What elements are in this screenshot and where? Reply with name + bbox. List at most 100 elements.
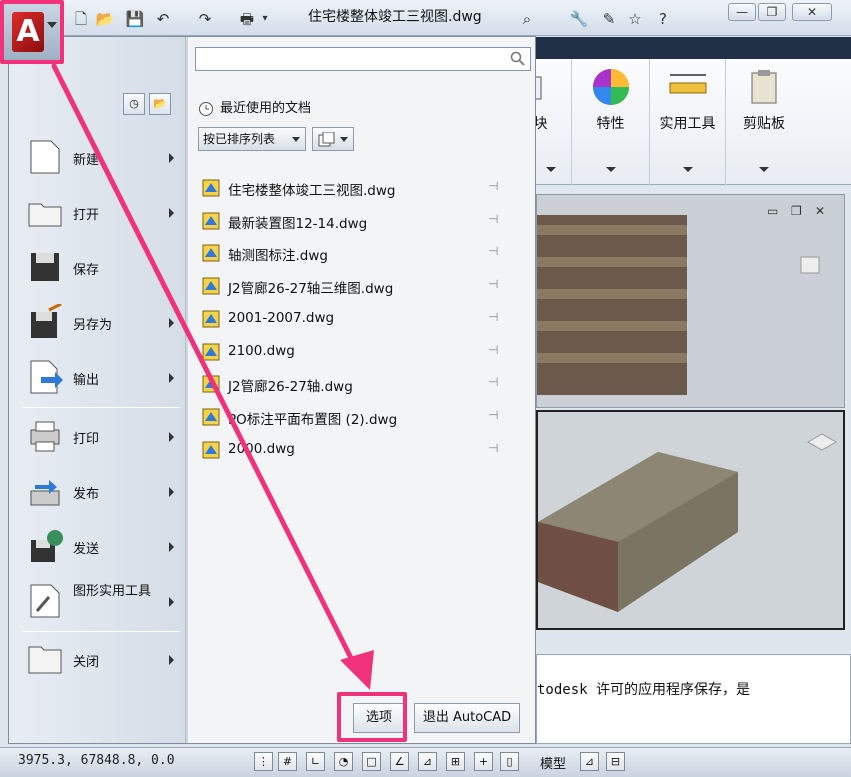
chevron-down-icon	[682, 167, 693, 172]
restore-button[interactable]: ❐	[758, 3, 786, 21]
ribbon-group-label: 实用工具	[659, 116, 716, 132]
qa-customize-chevron-down-icon[interactable]: ▾	[258, 8, 272, 28]
recent-file-item[interactable]: 住宅楼整体竣工三视图.dwg ⊣	[202, 175, 522, 201]
pin-icon[interactable]: ⊣	[488, 244, 498, 258]
save-as-icon	[31, 304, 62, 338]
menu-item-drawing-utilities[interactable]: 图形实用工具	[21, 579, 179, 629]
snap-icon[interactable]: ⋮	[254, 752, 273, 771]
polar-icon[interactable]: ◔	[334, 752, 353, 771]
model-tab[interactable]: 模型	[540, 753, 566, 772]
menu-item-label: 打开	[73, 208, 100, 223]
subscription-icon[interactable]: ✎	[598, 8, 620, 28]
minimize-button[interactable]: —	[728, 3, 756, 21]
binoculars-icon[interactable]: ⌕	[516, 8, 538, 28]
menu-separator	[23, 407, 179, 408]
recent-file-item[interactable]: 最新装置图12-14.dwg ⊣	[202, 208, 522, 234]
menu-item-label: 关闭	[73, 655, 100, 670]
chevron-right-icon	[169, 373, 174, 383]
menu-item-export[interactable]: 输出	[21, 355, 179, 405]
pin-icon[interactable]: ⊣	[488, 277, 498, 291]
building-elevation-drawing: ▭ ❐ ✕	[537, 204, 825, 395]
menu-item-label: 打印	[73, 432, 100, 447]
document-title: 住宅楼整体竣工三视图.dwg	[308, 9, 482, 25]
menu-item-publish[interactable]: 发布	[21, 469, 179, 519]
close-window-button[interactable]: ✕	[792, 3, 832, 21]
ducs-icon[interactable]: ⊿	[418, 752, 437, 771]
dyn-icon[interactable]: ⊞	[446, 752, 465, 771]
pin-icon[interactable]: ⊣	[488, 441, 498, 455]
dwg-file-icon	[202, 408, 220, 426]
open-folder-icon[interactable]: 📂	[94, 8, 116, 28]
recent-file-item[interactable]: 轴测图标注.dwg ⊣	[202, 240, 522, 266]
help-icon[interactable]: ?	[652, 8, 674, 28]
menu-item-save-as[interactable]: 另存为	[21, 300, 179, 350]
menu-item-send[interactable]: 发送	[21, 524, 179, 574]
ribbon-group-block[interactable]: 块	[520, 59, 572, 185]
menu-item-close[interactable]: 关闭	[21, 637, 179, 687]
menu-item-label: 发送	[73, 542, 100, 557]
viewport-front-elevation[interactable]: ▭ ❐ ✕	[536, 194, 845, 408]
view-icons-icon	[318, 132, 335, 147]
pin-icon[interactable]: ⊣	[488, 212, 498, 226]
grid-icon[interactable]: #	[278, 752, 297, 771]
search-input[interactable]	[200, 50, 500, 68]
printer-icon	[30, 421, 60, 452]
search-box[interactable]	[195, 47, 531, 71]
layout-icon[interactable]: ⊿	[580, 752, 599, 771]
command-line[interactable]: todesk 许可的应用程序保存，是	[536, 654, 851, 744]
pin-icon[interactable]: ⊣	[488, 408, 498, 422]
viewport-min-icon[interactable]: ▭	[767, 204, 778, 218]
qp-icon[interactable]: ▯	[500, 752, 519, 771]
ribbon-group-utilities[interactable]: 实用工具	[650, 59, 726, 185]
menu-item-label: 新建	[73, 153, 100, 168]
search-icon[interactable]	[510, 51, 526, 67]
menu-item-new[interactable]: 新建	[21, 135, 179, 185]
viewport-close-icon[interactable]: ✕	[815, 204, 825, 218]
layout2-icon[interactable]: ⊟	[606, 752, 625, 771]
pin-icon[interactable]: ⊣	[488, 343, 498, 357]
recent-documents-title: 最近使用的文档	[220, 101, 312, 116]
wrench-icon[interactable]: 🔧	[568, 8, 590, 28]
lineweight-icon[interactable]: +	[474, 752, 493, 771]
undo-icon[interactable]: ↶	[152, 8, 174, 28]
view-mode-dropdown[interactable]	[312, 127, 354, 151]
application-menu-button[interactable]: A	[0, 0, 64, 64]
new-file-icon[interactable]: 🗋	[70, 8, 92, 28]
menu-item-print[interactable]: 打印	[21, 414, 179, 464]
recent-file-item[interactable]: 2000.dwg ⊣	[202, 437, 522, 463]
open-documents-mode-button[interactable]: 📂	[149, 93, 171, 115]
recent-file-name: PO标注平面布置图 (2).dwg	[228, 411, 398, 428]
recent-file-item[interactable]: 2100.dwg ⊣	[202, 339, 522, 365]
pin-icon[interactable]: ⊣	[488, 375, 498, 389]
favorites-star-icon[interactable]: ☆	[624, 8, 646, 28]
viewport-max-icon[interactable]: ❐	[791, 204, 802, 218]
pin-icon[interactable]: ⊣	[488, 179, 498, 193]
ribbon-group-clipboard[interactable]: 剪贴板	[726, 59, 802, 185]
viewport-isometric[interactable]	[536, 410, 845, 630]
ortho-icon[interactable]: ∟	[306, 752, 325, 771]
osnap-icon[interactable]: □	[362, 752, 381, 771]
menu-item-label: 保存	[73, 263, 100, 278]
recent-file-item[interactable]: 2001-2007.dwg ⊣	[202, 306, 522, 332]
sort-dropdown[interactable]: 按已排序列表	[198, 127, 306, 151]
print-icon[interactable]: 🖶	[236, 8, 258, 28]
chevron-down-icon	[340, 137, 348, 142]
ribbon-group-properties[interactable]: 特性	[572, 59, 650, 185]
recent-file-item[interactable]: PO标注平面布置图 (2).dwg ⊣	[202, 404, 522, 430]
dwg-file-icon	[202, 310, 220, 328]
viewcube-icon[interactable]	[806, 433, 838, 451]
save-icon[interactable]: 💾	[124, 8, 146, 28]
redo-icon[interactable]: ↷	[194, 8, 216, 28]
recent-documents-mode-button[interactable]: ◷	[123, 93, 145, 115]
recent-file-item[interactable]: J2管廊26-27轴.dwg ⊣	[202, 371, 522, 397]
application-menu-commands: ◷ 📂 新建 打开 保存 另存为 输出 打印 发布 发送 图形实用工具 关闭	[9, 37, 186, 743]
recent-file-item[interactable]: J2管廊26-27轴三维图.dwg ⊣	[202, 273, 522, 299]
otrack-icon[interactable]: ∠	[390, 752, 409, 771]
menu-item-save[interactable]: 保存	[21, 245, 179, 295]
menu-item-open[interactable]: 打开	[21, 190, 179, 240]
viewcube-icon[interactable]	[800, 256, 820, 274]
pin-icon[interactable]: ⊣	[488, 310, 498, 324]
ribbon-group-label: 特性	[596, 116, 625, 132]
chevron-down-icon	[759, 167, 769, 172]
exit-autocad-button[interactable]: 退出 AutoCAD	[414, 703, 520, 733]
